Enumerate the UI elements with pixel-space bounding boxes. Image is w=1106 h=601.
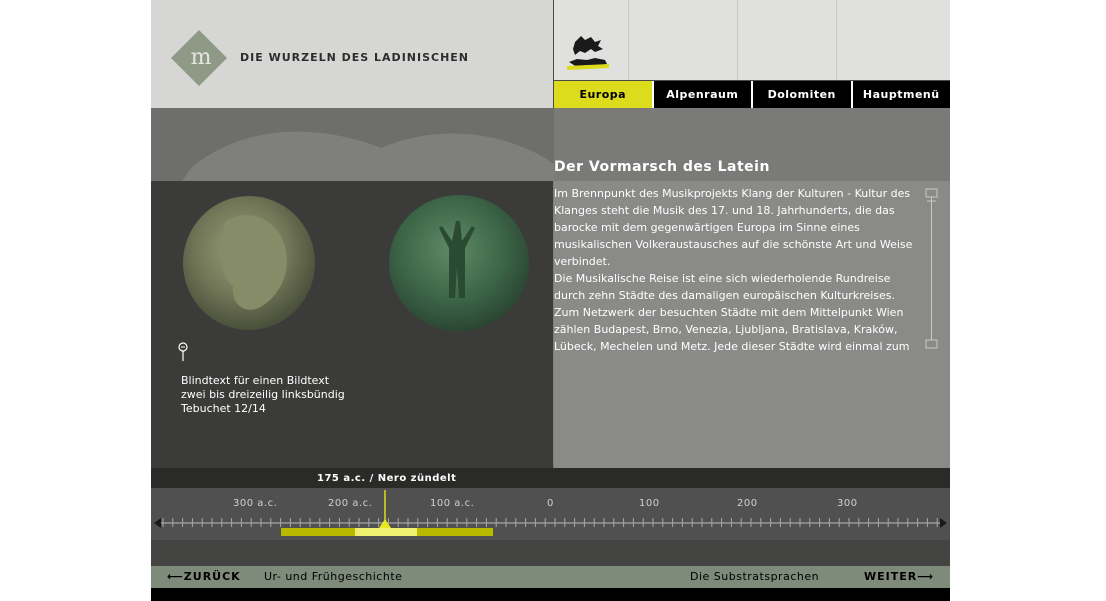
app-window: m DIE WURZELN DES LADINISCHEN Europa Alp… [151,0,950,601]
main-nav: Europa Alpenraum Dolomiten Hauptmenü [554,81,950,108]
caption-line: Tebuchet 12/14 [181,402,266,415]
next-section-link[interactable]: Die Substratsprachen [690,570,819,583]
timeline-event-label: 175 a.c. / Nero zündelt [317,473,457,484]
tab-europa[interactable]: Europa [554,81,652,108]
timeline-focus-window[interactable] [355,528,417,536]
app-title: DIE WURZELN DES LADINISCHEN [240,51,470,64]
next-label: WEITER [864,570,918,583]
next-button[interactable]: WEITER⟶ [864,570,934,583]
timeline-ruler[interactable] [151,488,950,540]
tab-hauptmenu[interactable]: Hauptmenü [852,81,950,108]
footer-nav: ⟵ZURÜCK Ur- und Frühgeschichte Die Subst… [151,566,950,588]
caption-line: zwei bis dreizeilig linksbündig [181,388,345,401]
article-paragraph: Die Musikalische Reise ist eine sich wie… [554,272,910,353]
header-brand: m DIE WURZELN DES LADINISCHEN [151,0,553,108]
timeline-year-label: 200 a.c. [328,498,373,509]
caption-line: Blindtext für einen Bildtext [181,374,330,387]
roman-coins-image [183,195,529,331]
back-label: ZURÜCK [183,570,241,583]
article-paragraph: Im Brennpunkt des Musikprojekts Klang de… [554,187,913,268]
previous-section-link[interactable]: Ur- und Frühgeschichte [264,570,402,583]
article-title: Der Vormarsch des Latein [554,159,770,175]
timeline-year-label: 100 [639,498,660,509]
coin-image-panel: Blindtext für einen Bildtext zwei bis dr… [151,181,553,468]
timeline-year-label: 100 a.c. [430,498,475,509]
timeline-year-label: 0 [547,498,554,509]
tab-dolomiten[interactable]: Dolomiten [753,81,851,108]
article-panel: Der Vormarsch des Latein Im Brennpunkt d… [554,108,950,468]
image-caption: Blindtext für einen Bildtext zwei bis dr… [181,374,421,416]
arrow-right-icon: ⟶ [917,570,935,583]
timeline[interactable]: 300 a.c. 200 a.c. 100 a.c. 0 100 200 300 [151,488,950,540]
scroll-left-icon[interactable] [154,518,161,528]
svg-text:m: m [191,45,212,70]
timeline-label-bar [151,468,950,488]
article-body: Im Brennpunkt des Musikprojekts Klang de… [554,185,916,355]
ladin-logo-icon: m [171,30,227,86]
timeline-year-label: 300 [837,498,858,509]
arrow-left-icon: ⟵ [167,570,184,583]
europe-map-icon[interactable] [565,32,611,72]
back-button[interactable]: ⟵ZURÜCK [167,570,241,583]
timeline-year-label: 200 [737,498,758,509]
location-pin-icon[interactable] [178,342,188,362]
tab-alpenraum[interactable]: Alpenraum [653,81,751,108]
scroll-right-icon[interactable] [940,518,947,528]
article-scrollbar[interactable] [925,188,939,350]
timeline-year-label: 300 a.c. [233,498,278,509]
header-map-area [554,0,950,80]
